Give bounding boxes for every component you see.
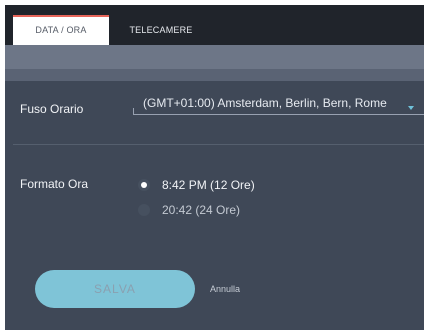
tab-bar: DATA / ORA TELECAMERE	[5, 5, 424, 45]
timezone-select[interactable]: (GMT+01:00) Amsterdam, Berlin, Bern, Rom…	[133, 93, 424, 117]
time-format-label: Formato Ora	[20, 177, 89, 191]
radio-label-12h: 8:42 PM (12 Ore)	[162, 178, 255, 192]
cancel-link[interactable]: Annulla	[210, 284, 240, 294]
tab-cameras[interactable]: TELECAMERE	[109, 15, 213, 45]
radio-label-24h: 20:42 (24 Ore)	[162, 203, 241, 217]
timezone-label: Fuso Orario	[20, 102, 84, 116]
tab-date-time[interactable]: DATA / ORA	[13, 15, 109, 45]
radio-button-12h[interactable]	[138, 179, 150, 191]
section-divider	[13, 144, 424, 145]
radio-button-24h[interactable]	[138, 204, 150, 216]
chevron-down-icon	[408, 106, 414, 110]
select-underline	[133, 114, 424, 115]
radio-option-24h[interactable]: 20:42 (24 Ore)	[138, 202, 298, 220]
settings-panel: DATA / ORA TELECAMERE Fuso Orario (GMT+0…	[5, 5, 424, 330]
save-button[interactable]: SALVA	[35, 270, 195, 308]
radio-option-12h[interactable]: 8:42 PM (12 Ore)	[138, 177, 298, 195]
header-band-strip	[5, 69, 424, 81]
timezone-value: (GMT+01:00) Amsterdam, Berlin, Bern, Rom…	[143, 96, 387, 110]
